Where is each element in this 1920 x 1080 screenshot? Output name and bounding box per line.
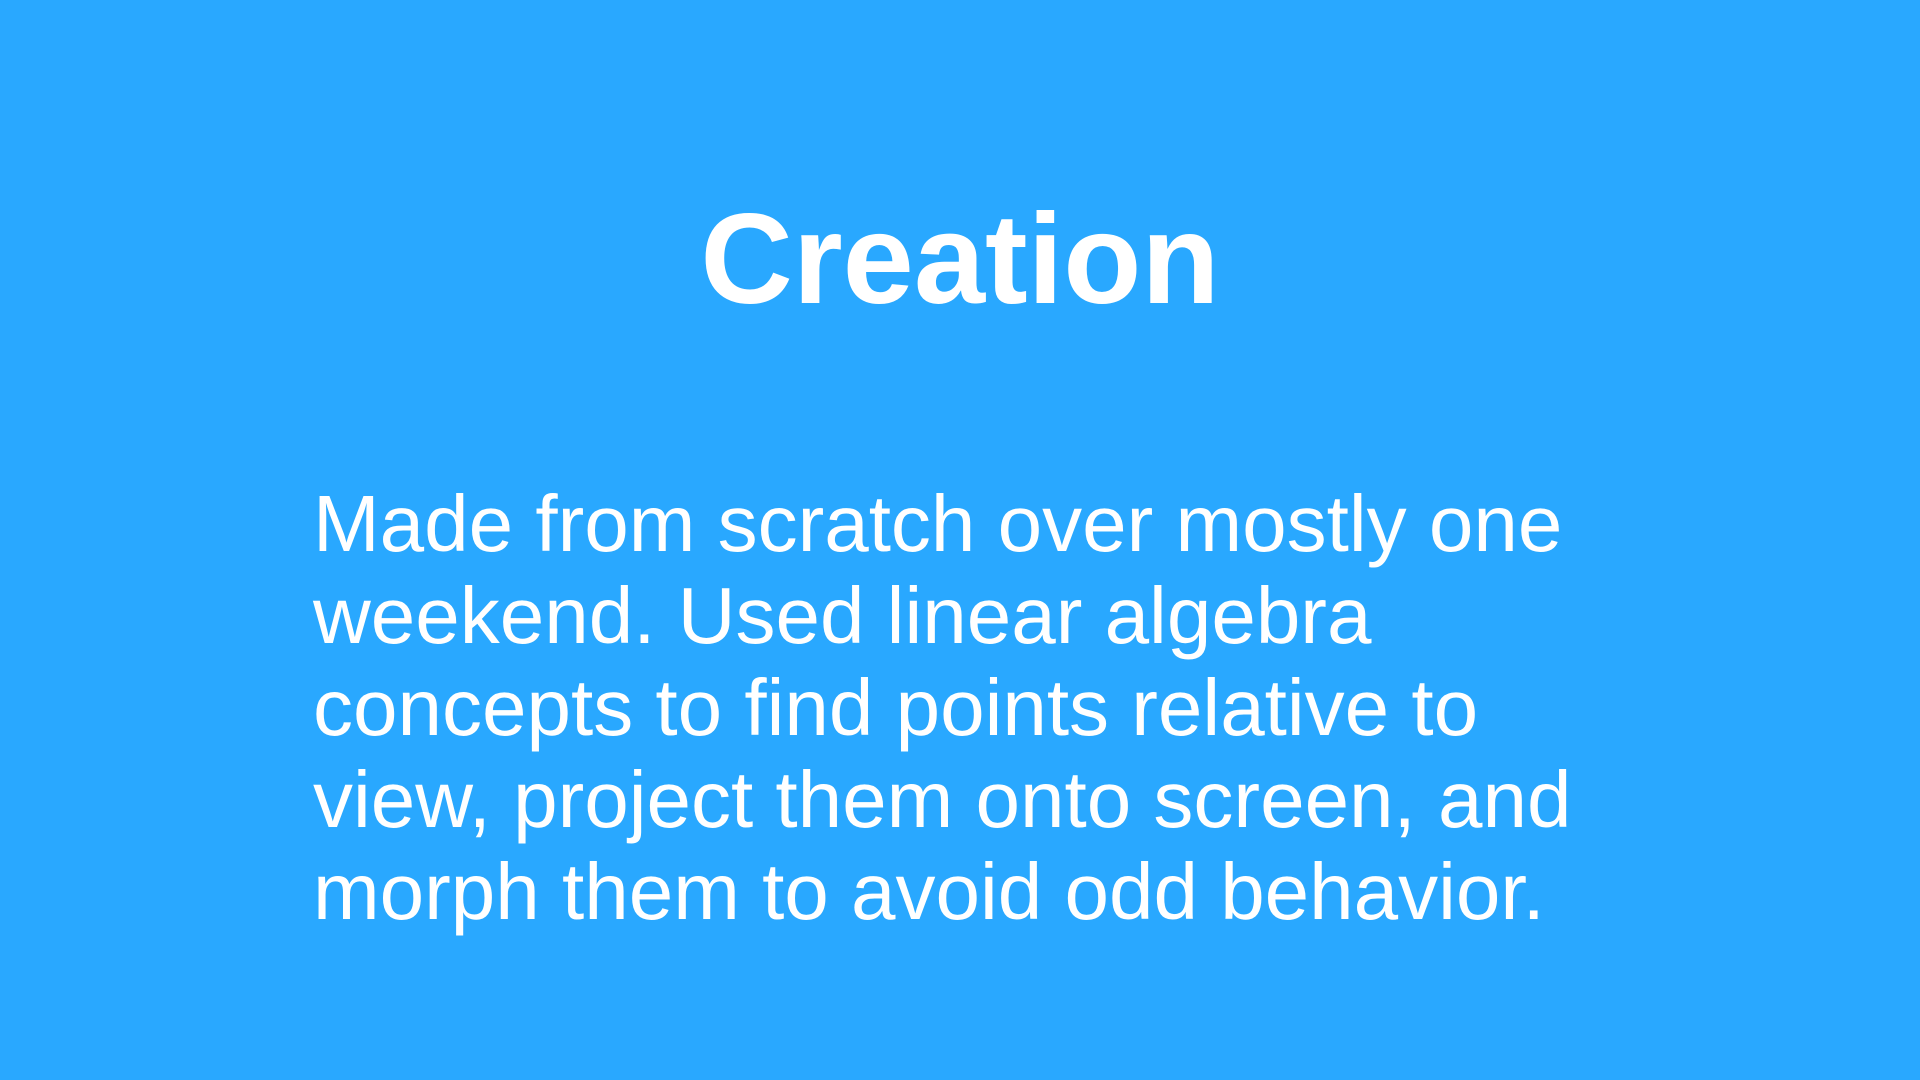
slide-body: Made from scratch over mostly one weeken…: [313, 478, 1571, 938]
slide-title: Creation: [700, 188, 1220, 331]
body-line: weekend. Used linear algebra: [313, 571, 1372, 660]
body-line: Made from scratch over mostly one: [313, 479, 1563, 568]
body-line: morph them to avoid odd behavior.: [313, 847, 1545, 936]
body-line: concepts to find points relative to: [313, 663, 1479, 752]
body-line: view, project them onto screen, and: [313, 755, 1572, 844]
